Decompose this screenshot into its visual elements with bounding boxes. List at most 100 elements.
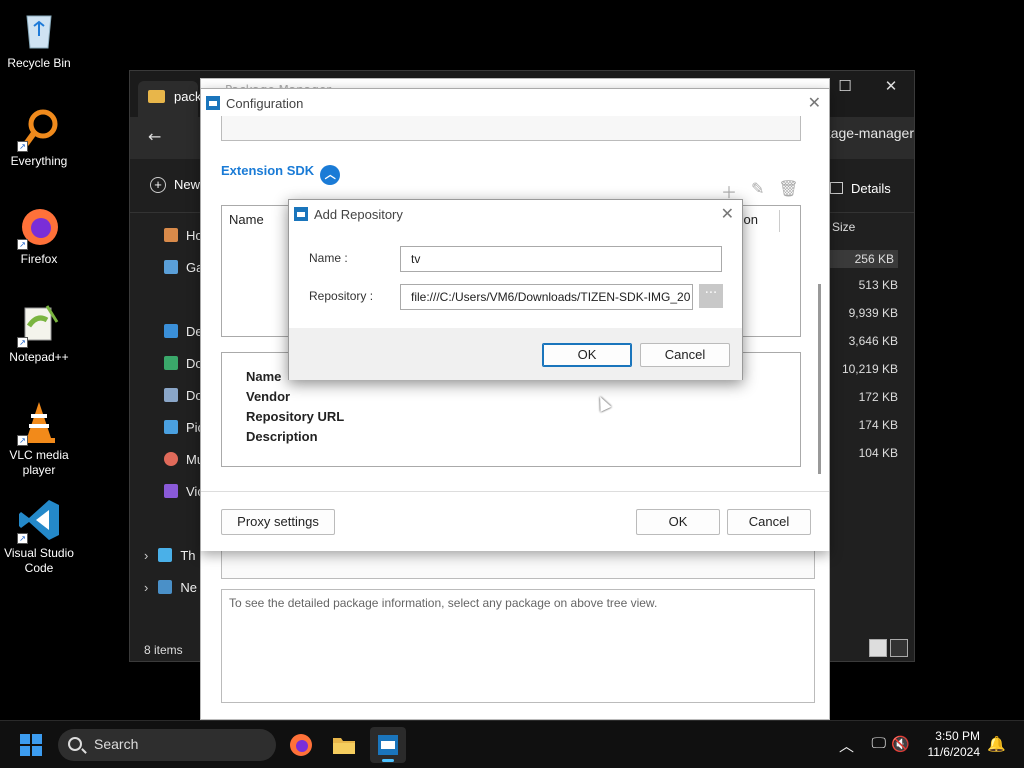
browse-button[interactable]: ··· — [699, 284, 723, 308]
pictures-icon — [164, 420, 178, 434]
nav-item-music[interactable]: Mu — [164, 452, 204, 467]
configuration-footer: Proxy settings OK Cancel — [201, 491, 829, 551]
video-icon — [164, 484, 178, 498]
nav-item-documents[interactable]: Do — [164, 388, 203, 403]
add-repository-footer: OK Cancel — [289, 328, 742, 380]
details-button-label: Details — [851, 181, 891, 196]
nav-item-pictures[interactable]: Pic — [164, 420, 204, 435]
plus-icon: + — [150, 177, 166, 193]
gallery-icon — [164, 260, 178, 274]
details-button[interactable]: Details — [830, 181, 891, 196]
back-arrow-icon[interactable]: ← — [148, 127, 161, 146]
file-size: 9,939 KB — [848, 306, 898, 320]
nav-item-this-pc[interactable]: › Th — [144, 548, 196, 563]
notepad-plus-plus-icon: ↗ — [17, 302, 61, 348]
desktop-icon-firefox[interactable]: ↗ Firefox — [0, 204, 78, 267]
new-button[interactable]: + New — [150, 177, 200, 193]
new-button-label: New — [174, 177, 201, 192]
ok-button[interactable]: OK — [636, 509, 720, 535]
column-separator — [779, 210, 780, 232]
chevron-right-icon: › — [144, 548, 149, 563]
proxy-settings-button[interactable]: Proxy settings — [221, 509, 335, 535]
ok-button[interactable]: OK — [542, 343, 632, 367]
everything-icon: ↗ — [17, 106, 61, 152]
column-header-name: Name — [229, 212, 264, 227]
details-view-icon[interactable] — [869, 639, 887, 657]
nav-item-network[interactable]: › Ne — [144, 580, 197, 595]
detail-vendor-label: Vendor — [246, 389, 291, 404]
windows-start-icon[interactable] — [20, 734, 42, 756]
configuration-title: Configuration — [226, 96, 304, 111]
computer-icon — [158, 548, 173, 562]
folder-icon — [148, 90, 165, 103]
close-icon[interactable]: ✕ — [868, 71, 914, 101]
size-column-header[interactable]: Size — [832, 220, 855, 234]
add-repository-title-bar: Add Repository ✕ — [289, 200, 742, 228]
firefox-icon — [290, 734, 312, 756]
notification-bell-icon[interactable]: 🔔 — [987, 735, 1006, 753]
item-count: 8 items — [144, 643, 183, 657]
file-size: 256 KB — [828, 250, 898, 268]
nav-item-downloads[interactable]: Do — [164, 356, 203, 371]
desktop-icon-label: Recycle Bin — [7, 56, 71, 70]
package-info-panel: To see the detailed package information,… — [221, 589, 815, 703]
explorer-tab[interactable]: pack — [138, 81, 201, 117]
desktop-icon-vlc[interactable]: ↗ VLC media player — [0, 400, 78, 478]
cancel-button[interactable]: Cancel — [640, 343, 730, 367]
extension-sdk-label: Extension SDK — [221, 163, 315, 178]
desktop-icon-label: Visual Studio Code — [4, 546, 74, 575]
detail-description-label: Description — [246, 429, 318, 444]
desktop-folder-icon — [164, 324, 178, 338]
window-controls: ☐ ✕ — [822, 71, 914, 101]
chevron-up-icon[interactable]: ︿ — [320, 165, 341, 185]
taskbar-firefox[interactable] — [283, 727, 319, 763]
extension-sdk-header[interactable]: Extension SDK ︿ — [221, 163, 341, 185]
clock-date: 11/6/2024 — [927, 745, 981, 759]
vertical-scrollbar[interactable] — [818, 284, 821, 474]
desktop-icon-recycle-bin[interactable]: Recycle Bin — [0, 8, 78, 71]
name-input[interactable]: tv — [400, 246, 722, 272]
taskbar-search[interactable]: Search — [58, 729, 276, 761]
repository-input[interactable]: file:///C:/Users/VM6/Downloads/TIZEN-SDK… — [400, 284, 693, 310]
delete-icon[interactable]: 🗑 — [778, 179, 798, 203]
file-size: 104 KB — [858, 446, 898, 460]
name-label: Name : — [309, 251, 348, 265]
firefox-icon: ↗ — [17, 204, 61, 250]
nav-item-gallery[interactable]: Ga — [164, 260, 203, 275]
tiles-view-icon[interactable] — [890, 639, 908, 657]
add-repository-title: Add Repository — [314, 207, 403, 222]
search-label: Search — [94, 736, 139, 752]
address-bar[interactable]: kage-manager — [824, 125, 914, 141]
shortcut-arrow-icon: ↗ — [17, 141, 28, 152]
nav-item-desktop[interactable]: De — [164, 324, 203, 339]
file-size: 10,219 KB — [841, 362, 898, 376]
desktop-icon-notepad-plus-plus[interactable]: ↗ Notepad++ — [0, 302, 78, 365]
desktop-icon-everything[interactable]: ↗ Everything — [0, 106, 78, 169]
close-icon[interactable]: ✕ — [808, 93, 821, 112]
taskbar-file-explorer[interactable] — [326, 727, 362, 763]
recycle-bin-icon — [17, 8, 61, 52]
music-icon — [164, 452, 178, 466]
file-size: 3,646 KB — [848, 334, 898, 348]
cancel-button[interactable]: Cancel — [727, 509, 811, 535]
file-size: 513 KB — [858, 278, 898, 292]
clock-time: 3:50 PM — [935, 729, 980, 743]
folder-icon — [333, 738, 355, 754]
nav-item-home[interactable]: Ho — [164, 228, 203, 243]
download-icon — [164, 356, 178, 370]
file-size: 172 KB — [858, 390, 898, 404]
chevron-right-icon: › — [144, 580, 149, 595]
configuration-top-list — [221, 116, 801, 141]
close-icon[interactable]: ✕ — [721, 204, 734, 223]
view-toggles — [869, 639, 908, 657]
desktop-icon-vscode[interactable]: ↗ Visual Studio Code — [0, 498, 78, 576]
chevron-up-icon[interactable]: ︿ — [839, 735, 854, 756]
nav-item-videos[interactable]: Vic — [164, 484, 204, 499]
network-monitor-icon[interactable]: 🖵 — [872, 735, 886, 752]
edit-icon[interactable]: ✎ — [751, 179, 764, 203]
volume-muted-icon[interactable]: 🔇 — [891, 735, 910, 753]
taskbar-package-manager[interactable] — [370, 727, 406, 763]
details-pane-icon — [830, 182, 843, 194]
search-icon — [68, 737, 82, 751]
clock[interactable]: 3:50 PM 11/6/2024 — [928, 728, 981, 760]
